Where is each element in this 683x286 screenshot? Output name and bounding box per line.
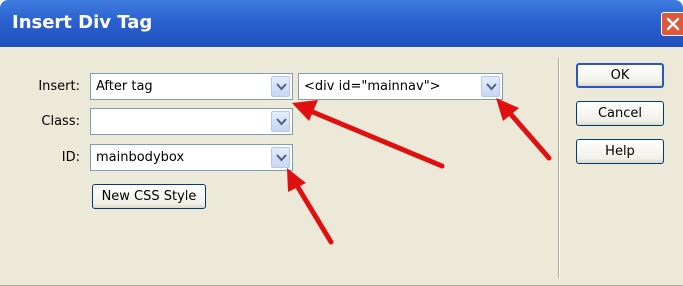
window-title: Insert Div Tag: [12, 12, 153, 33]
class-label: Class:: [41, 114, 80, 129]
id-value: mainbodybox: [96, 150, 185, 165]
chevron-down-icon[interactable]: [271, 111, 290, 132]
insert-tag-select[interactable]: <div id="mainnav">: [298, 73, 503, 100]
title-bar: Insert Div Tag: [0, 0, 683, 47]
ok-button[interactable]: OK: [576, 63, 664, 88]
insert-position-select[interactable]: After tag: [90, 73, 293, 100]
close-button[interactable]: [661, 12, 683, 36]
chevron-down-icon[interactable]: [271, 76, 290, 97]
insert-position-value: After tag: [96, 79, 153, 94]
chevron-down-icon[interactable]: [481, 76, 500, 97]
close-icon: [666, 17, 680, 31]
id-label: ID:: [61, 150, 80, 165]
chevron-down-icon[interactable]: [271, 147, 290, 168]
id-select[interactable]: mainbodybox: [90, 144, 293, 171]
divider: [558, 58, 560, 278]
insert-label: Insert:: [38, 79, 80, 94]
cancel-button[interactable]: Cancel: [576, 101, 664, 126]
help-button[interactable]: Help: [576, 139, 664, 164]
class-select[interactable]: [90, 108, 293, 135]
insert-tag-value: <div id="mainnav">: [304, 79, 441, 94]
insert-div-tag-dialog: Insert Div Tag Insert: After tag <div id…: [0, 0, 683, 286]
new-css-style-button[interactable]: New CSS Style: [92, 184, 206, 209]
